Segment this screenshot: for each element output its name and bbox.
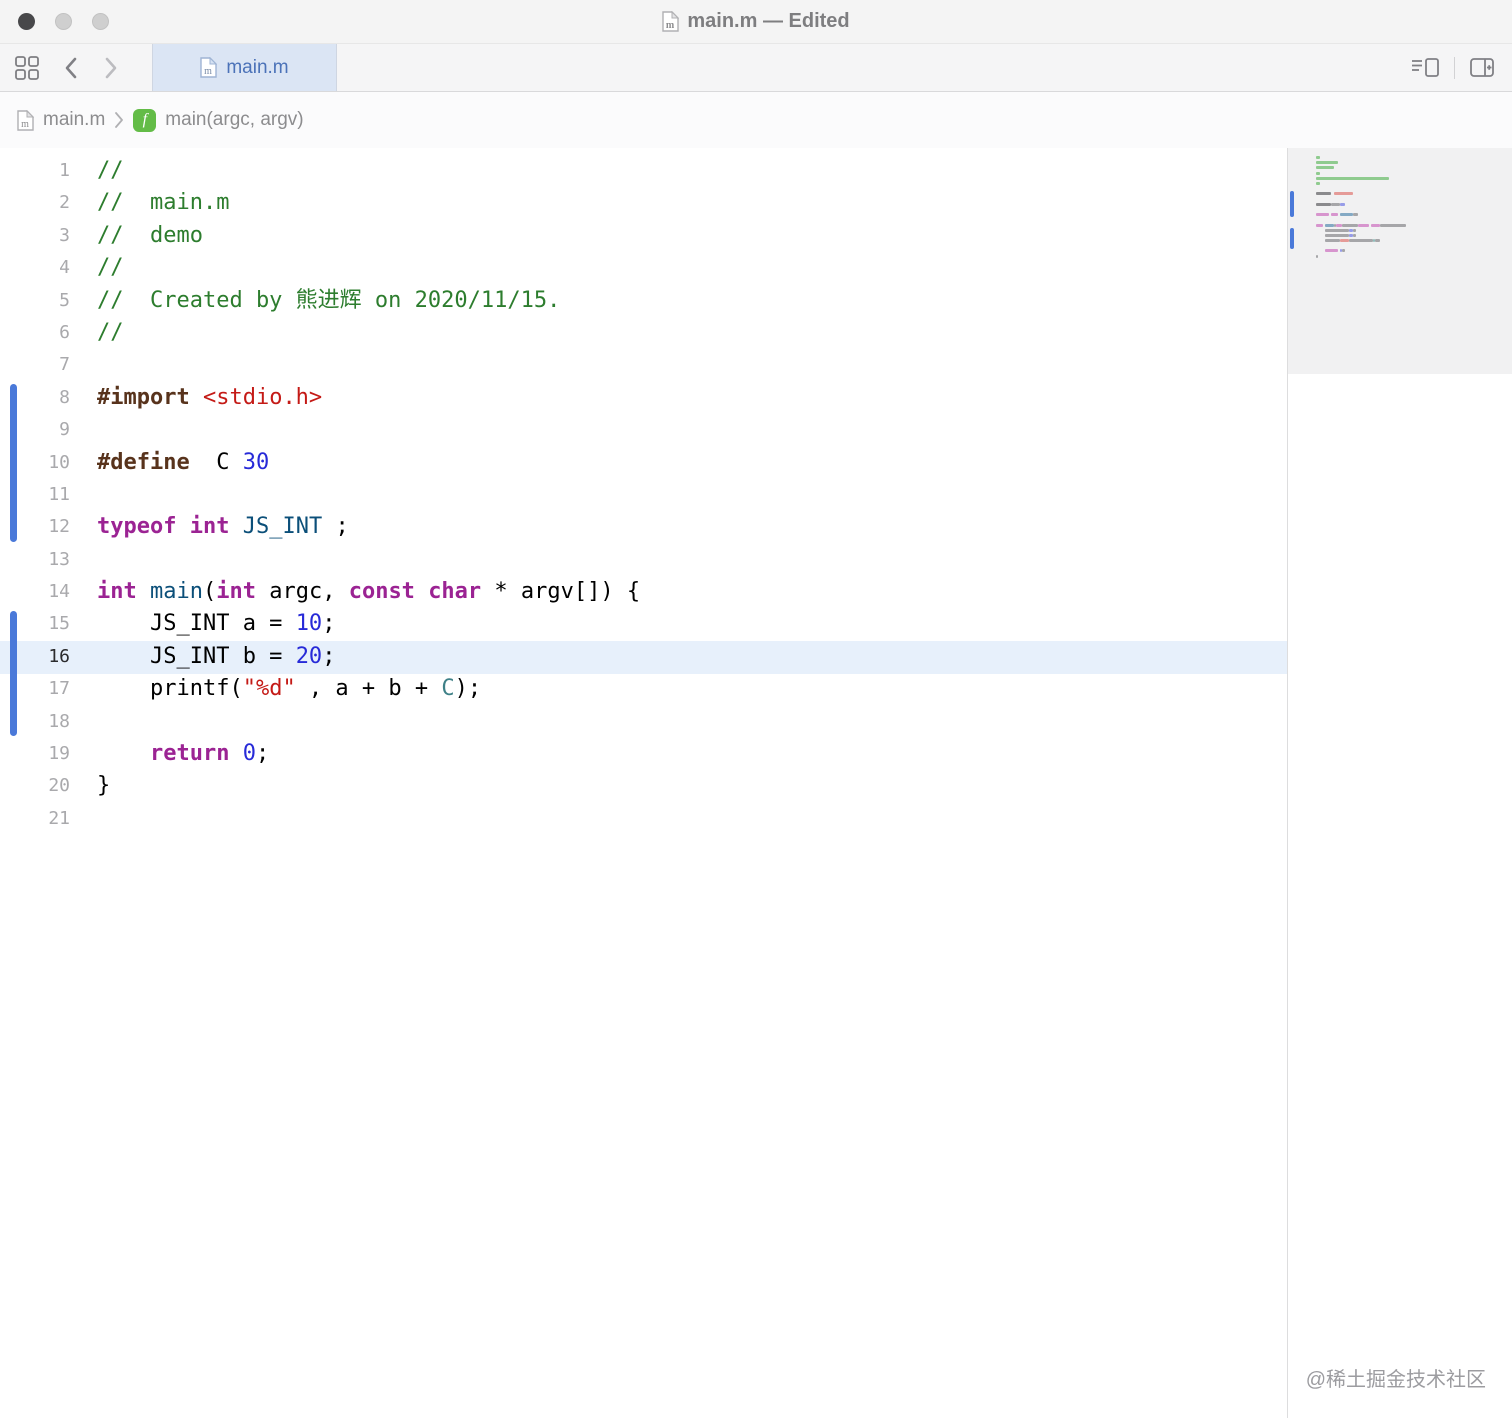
document-icon: m: [662, 11, 680, 32]
toolbar-separator: [1454, 56, 1455, 79]
forward-button[interactable]: [103, 56, 118, 80]
tab-main-m[interactable]: m main.m: [152, 44, 337, 91]
line-number[interactable]: 6: [0, 317, 70, 349]
line-number[interactable]: 4: [0, 252, 70, 284]
watermark: @稀土掘金技术社区: [1305, 1369, 1486, 1391]
line-number[interactable]: 13: [0, 544, 70, 576]
traffic-lights: [18, 13, 109, 30]
add-editor-icon: [1470, 57, 1494, 77]
editor-options-icon: [1412, 57, 1439, 77]
line-number[interactable]: 3: [0, 220, 70, 252]
svg-text:m: m: [666, 20, 675, 31]
code-line[interactable]: printf("%d" , a + b + C);: [97, 673, 640, 705]
minimap-line: [1316, 259, 1504, 264]
code-line[interactable]: // Created by 熊进辉 on 2020/11/15.: [97, 285, 640, 317]
minimap-content: [1316, 155, 1504, 264]
code-line[interactable]: // demo: [97, 220, 640, 252]
code-line[interactable]: }: [97, 770, 640, 802]
toolbar: m main.m: [0, 44, 1512, 92]
code-line[interactable]: #import <stdio.h>: [97, 382, 640, 414]
change-bar[interactable]: [10, 383, 17, 542]
minimize-window-button[interactable]: [55, 13, 72, 30]
editor-options-button[interactable]: [1410, 56, 1440, 80]
file-icon: m: [200, 57, 218, 78]
add-editor-button[interactable]: [1469, 56, 1496, 80]
related-items-button[interactable]: [14, 55, 40, 81]
tab-label: main.m: [226, 56, 289, 78]
line-number[interactable]: 19: [0, 738, 70, 770]
chevron-right-icon: [105, 57, 117, 78]
toolbar-left-group: [14, 44, 118, 91]
line-number[interactable]: 7: [0, 349, 70, 381]
close-window-button[interactable]: [18, 13, 35, 30]
code-line[interactable]: [97, 349, 640, 381]
code-line[interactable]: JS_INT b = 20;: [97, 641, 640, 673]
code-line[interactable]: // main.m: [97, 187, 640, 219]
code-line[interactable]: [97, 479, 640, 511]
code-line[interactable]: [97, 544, 640, 576]
code-line[interactable]: //: [97, 317, 640, 349]
file-icon: m: [17, 109, 34, 131]
function-icon: f: [133, 108, 157, 132]
code-area[interactable]: //// main.m// demo//// Created by 熊进辉 on…: [97, 155, 640, 835]
change-bar[interactable]: [10, 610, 17, 737]
breadcrumb: m main.m f main(argc, argv): [0, 92, 1512, 148]
line-number[interactable]: 1: [0, 155, 70, 187]
line-number[interactable]: 20: [0, 770, 70, 802]
minimap-change-tick: [1290, 227, 1294, 249]
code-line[interactable]: //: [97, 252, 640, 284]
code-line[interactable]: [97, 414, 640, 446]
code-line[interactable]: //: [97, 155, 640, 187]
code-line[interactable]: int main(int argc, const char * argv[]) …: [97, 576, 640, 608]
breadcrumb-symbol[interactable]: main(argc, argv): [165, 109, 303, 131]
code-line[interactable]: typeof int JS_INT ;: [97, 511, 640, 543]
titlebar: m main.m — Edited: [0, 0, 1512, 44]
minimap-change-tick: [1290, 191, 1294, 218]
line-number[interactable]: 14: [0, 576, 70, 608]
editor[interactable]: 1 2 3 4 5 6 7 8 9 10 11 12 13 14 15 16 17 18 19 20 21 //// m…: [0, 148, 1512, 1418]
line-number[interactable]: 2: [0, 187, 70, 219]
minimap[interactable]: @稀土掘金技术社区: [1287, 148, 1512, 1418]
window-title: main.m — Edited: [687, 10, 850, 32]
toolbar-right-group: [1410, 44, 1496, 91]
chevron-right-icon: [114, 111, 124, 129]
svg-text:m: m: [21, 119, 29, 130]
breadcrumb-file[interactable]: main.m: [43, 109, 105, 131]
code-line[interactable]: [97, 803, 640, 835]
zoom-window-button[interactable]: [92, 13, 109, 30]
code-line[interactable]: JS_INT a = 10;: [97, 608, 640, 640]
code-line[interactable]: return 0;: [97, 738, 640, 770]
line-number[interactable]: 5: [0, 285, 70, 317]
svg-text:m: m: [204, 66, 212, 77]
code-line[interactable]: [97, 706, 640, 738]
line-number[interactable]: 21: [0, 803, 70, 835]
window-title-wrap: m main.m — Edited: [662, 10, 850, 33]
chevron-left-icon: [65, 57, 77, 78]
code-line[interactable]: #define C 30: [97, 447, 640, 479]
back-button[interactable]: [64, 56, 79, 80]
